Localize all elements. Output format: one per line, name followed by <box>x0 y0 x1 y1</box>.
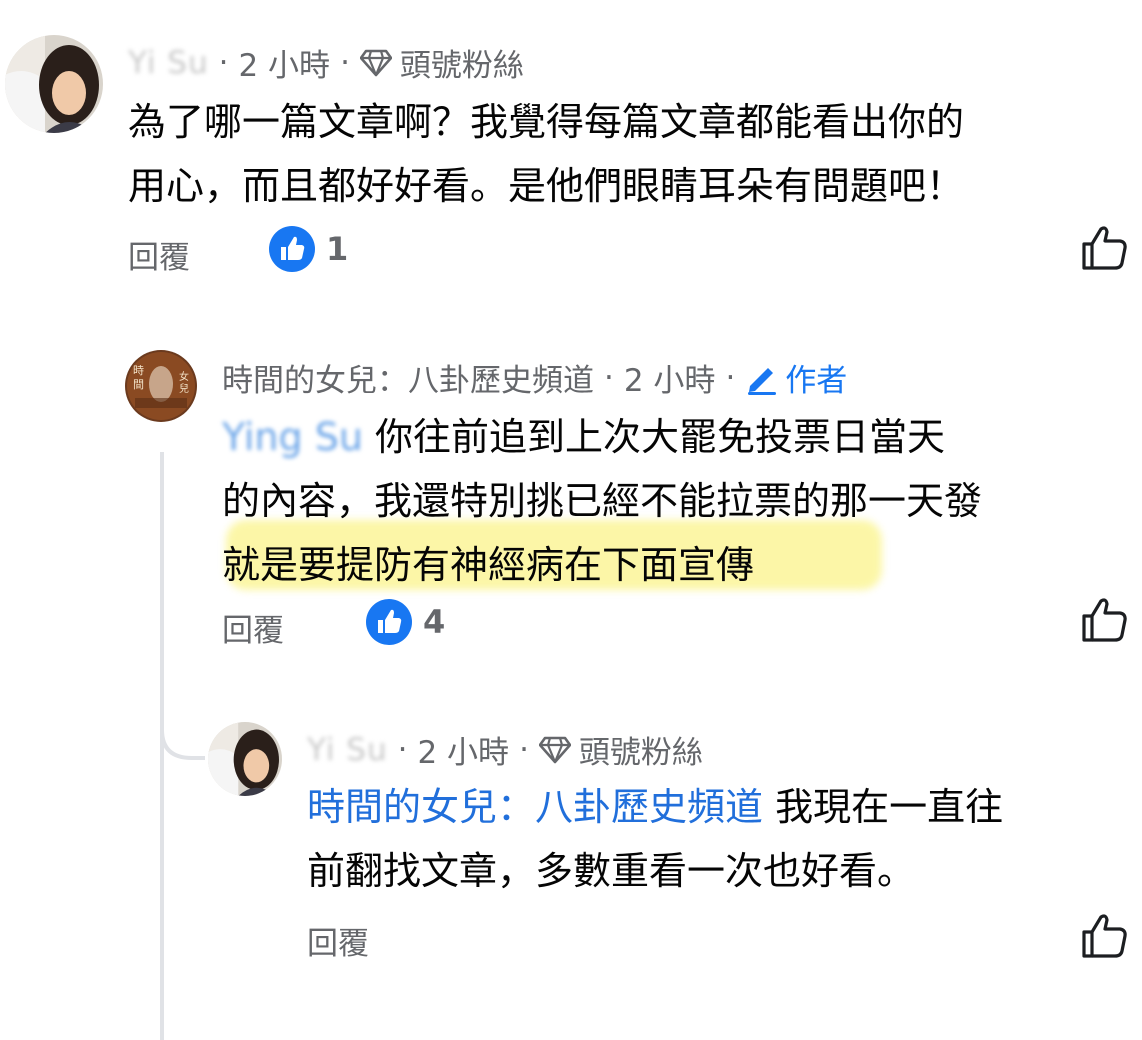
reaction-count[interactable]: 1 <box>268 225 348 273</box>
separator-dot: · <box>397 731 408 768</box>
separator-dot: · <box>604 359 614 396</box>
timestamp[interactable]: 2 小時 <box>417 727 509 772</box>
avatar[interactable]: 時 間 女 兒 <box>125 350 197 422</box>
mention-link[interactable]: Ying Su <box>222 415 363 459</box>
comment-meta: 時間的女兒：八卦歷史頻道 · 2 小時 · 作者 <box>222 355 847 400</box>
thumbs-up-icon[interactable] <box>1080 224 1130 272</box>
reaction-count[interactable]: 4 <box>365 598 445 646</box>
pencil-icon <box>748 367 777 395</box>
diamond-icon <box>359 49 392 76</box>
thumbs-up-icon[interactable] <box>1080 912 1130 960</box>
separator-dot: · <box>218 44 229 81</box>
avatar-text: 時 <box>133 364 144 377</box>
comment-meta: Yi Su · 2 小時 · 頭號粉絲 <box>307 727 703 772</box>
diamond-icon <box>538 736 571 763</box>
svg-text:女: 女 <box>179 370 189 383</box>
top-fan-badge: 頭號粉絲 <box>399 48 524 84</box>
avatar-photo: 時 間 女 兒 <box>125 350 197 422</box>
like-reaction-icon <box>269 226 315 272</box>
reply-button[interactable]: 回覆 <box>222 605 284 650</box>
avatar-photo <box>208 722 282 796</box>
comment-text: Ying Su 你往前追到上次大罷免投票日當天 的內容，我還特別挑已經不能拉票的… <box>222 415 983 587</box>
like-reaction-icon <box>366 599 412 645</box>
comment-text: 為了哪一篇文章啊？我覺得每篇文章都能看出你的 用心，而且都好好看。是他們眼睛耳朵… <box>128 100 965 208</box>
svg-text:兒: 兒 <box>179 383 189 395</box>
author-name[interactable]: Yi Su <box>128 45 209 81</box>
svg-text:間: 間 <box>133 378 144 391</box>
author-name[interactable]: Yi Su <box>307 732 388 768</box>
avatar[interactable] <box>208 722 282 796</box>
comment-text: 時間的女兒：八卦歷史頻道 我現在一直往 前翻找文章，多數重看一次也好看。 <box>307 785 1004 893</box>
mention-link[interactable]: 時間的女兒：八卦歷史頻道 <box>307 785 763 829</box>
timestamp[interactable]: 2 小時 <box>624 355 716 400</box>
comment-meta: Yi Su · 2 小時 · 頭號粉絲 <box>128 40 524 85</box>
separator-dot: · <box>340 44 350 81</box>
reply-button[interactable]: 回覆 <box>128 232 190 277</box>
reply-button[interactable]: 回覆 <box>307 918 369 963</box>
timestamp[interactable]: 2 小時 <box>238 40 330 85</box>
separator-dot: · <box>725 359 736 396</box>
separator-dot: · <box>519 731 529 768</box>
thread-line <box>160 452 205 1040</box>
author-tag: 作者 <box>785 363 848 399</box>
like-count: 4 <box>423 603 446 641</box>
avatar-photo <box>5 35 103 133</box>
top-fan-badge: 頭號粉絲 <box>578 735 703 771</box>
avatar[interactable] <box>5 35 103 133</box>
like-count: 1 <box>326 230 349 268</box>
thumbs-up-icon[interactable] <box>1080 596 1130 644</box>
author-name[interactable]: 時間的女兒：八卦歷史頻道 <box>222 355 594 400</box>
